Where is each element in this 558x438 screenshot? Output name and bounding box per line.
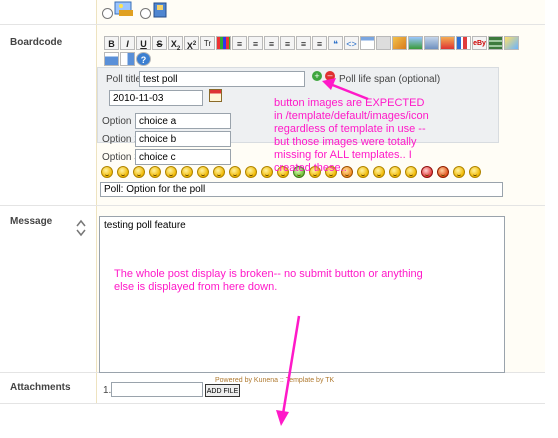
smiley-silly-icon[interactable] [453,166,465,178]
ebay-icon[interactable]: eBy [472,36,487,50]
size-button[interactable]: Tr [200,36,215,50]
chevron-up-icon[interactable] [76,218,86,227]
link-icon[interactable] [424,36,439,50]
smiley-laugh-icon[interactable] [229,166,241,178]
book-icon [152,1,168,19]
strike-button[interactable]: S [152,36,167,50]
top-row-content [96,0,545,24]
attachments-row: Attachments 1. Powered by Kunena :: Temp… [0,373,545,404]
option-3-input[interactable] [135,149,231,165]
unordered-list-icon[interactable]: ≡ [232,36,247,50]
ordered-list-icon[interactable]: ≡ [248,36,263,50]
boardcode-label: Boardcode [10,37,63,48]
attachments-label: Attachments [10,382,71,393]
smiley-angry-icon[interactable] [133,166,145,178]
poll-date-input[interactable] [109,90,203,106]
top-row [0,0,545,25]
bold-button[interactable]: B [104,36,119,50]
underline-button[interactable]: U [136,36,151,50]
smiley-confused-icon[interactable] [261,166,273,178]
smiley-devil-icon[interactable] [437,166,449,178]
code-icon[interactable]: <> [344,36,359,50]
smiley-grin-icon[interactable] [149,166,161,178]
broken-note-annotation: The whole post display is broken-- no su… [114,268,423,293]
list-item-icon[interactable]: ≡ [264,36,279,50]
add-option-icon[interactable]: + [312,71,322,81]
smiley-sad-icon[interactable] [117,166,129,178]
footer-text: Powered by Kunena :: Template by TK [215,377,335,384]
subscript-button[interactable]: X2 [168,36,183,52]
boardcode-row: Boardcode B I U S X2 X2 Tr ≡ ≡ ≡ ≡ ≡ ≡ ❝… [0,25,545,206]
help-icon[interactable]: ? [136,52,151,66]
color-grid-icon[interactable] [216,36,231,50]
italic-button[interactable]: I [120,36,135,50]
images-note-annotation: button images are EXPECTED in /template/… [274,97,429,174]
smiley-wink-icon[interactable] [181,166,193,178]
message-label: Message [10,216,53,227]
option-1-input[interactable] [135,113,231,129]
table-icon[interactable] [360,36,375,50]
smiley-smile-icon[interactable] [165,166,177,178]
superscript-button[interactable]: X2 [184,36,199,51]
preview-icon[interactable] [104,52,119,66]
smiley-shock-icon[interactable] [213,166,225,178]
calendar-icon[interactable] [209,89,222,102]
expand-icon[interactable] [120,52,135,66]
poll-help-field[interactable] [100,182,503,197]
image-insert-icon[interactable] [408,36,423,50]
remove-option-icon[interactable]: – [325,71,335,81]
attachment-file-input[interactable] [111,382,203,397]
option-2-input[interactable] [135,131,231,147]
poll-chart-icon[interactable] [456,36,471,50]
add-file-button[interactable]: ADD FILE [205,384,240,397]
radio-icon[interactable] [140,8,151,19]
poll-title-label: Poll title [106,74,142,85]
video-icon[interactable] [488,36,503,50]
chevron-down-icon[interactable] [76,228,86,237]
smiley-blush-icon[interactable] [245,166,257,178]
message-text: testing poll feature [104,220,186,231]
align-center-icon[interactable]: ≡ [296,36,311,50]
align-right-icon[interactable]: ≡ [312,36,327,50]
smiley-sorry-icon[interactable] [469,166,481,178]
radio-icon[interactable] [102,8,113,19]
poll-title-input[interactable] [139,71,305,87]
map-icon[interactable] [440,36,455,50]
smiley-cool-icon[interactable] [101,166,113,178]
image-icon [113,0,135,18]
quote-icon[interactable]: ❝ [328,36,343,50]
spoiler-icon[interactable] [392,36,407,50]
poll-life-span-label: Poll life span (optional) [339,74,441,85]
hide-icon[interactable] [376,36,391,50]
arrowhead-down [276,410,289,426]
message-textarea[interactable]: testing poll feature [99,216,505,373]
attachments-content: 1. Powered by Kunena :: Template by TK A… [96,373,545,403]
smiley-tongue-icon[interactable] [197,166,209,178]
align-left-icon[interactable]: ≡ [280,36,295,50]
picture-icon[interactable] [504,36,519,50]
